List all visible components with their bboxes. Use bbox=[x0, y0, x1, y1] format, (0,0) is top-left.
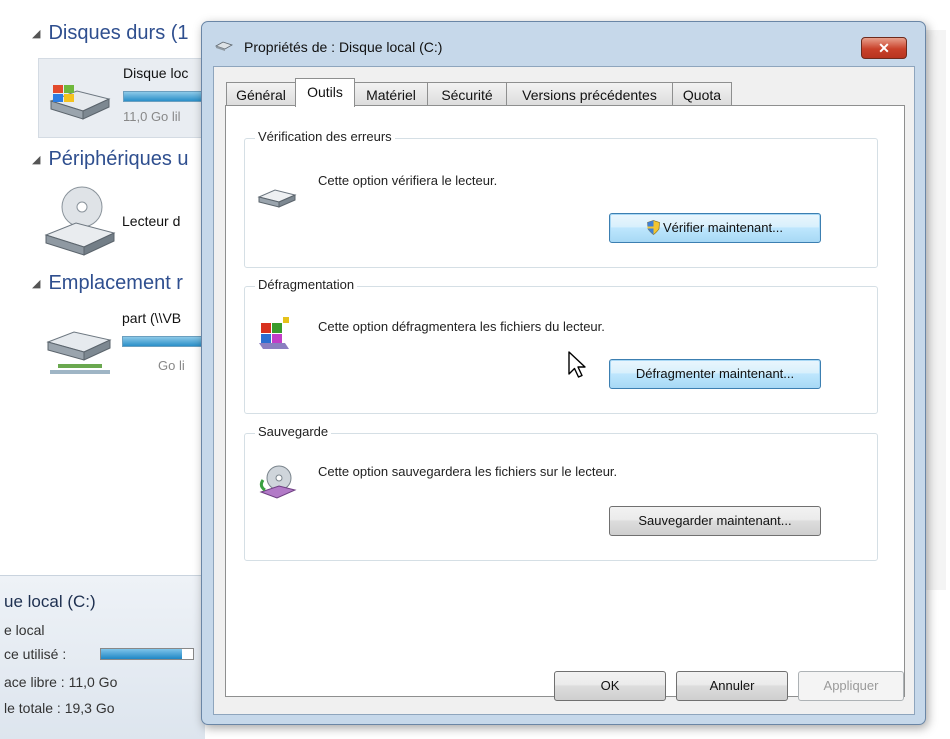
section-label: Emplacement r bbox=[48, 272, 183, 294]
section-hard-drives[interactable]: ◢ Disques durs (1 bbox=[32, 22, 189, 45]
collapse-triangle-icon[interactable]: ◢ bbox=[32, 28, 40, 40]
close-button[interactable]: ✕ bbox=[861, 37, 907, 59]
group-defragmentation: Défragmentation Cette option défragmente… bbox=[244, 277, 878, 414]
drive-usage-bar bbox=[122, 336, 202, 347]
drive-item-local-c[interactable]: Disque loc 11,0 Go lil bbox=[38, 58, 206, 138]
drive-icon bbox=[215, 41, 233, 51]
drive-item-network[interactable]: part (\\VB Go li bbox=[38, 306, 204, 386]
drive-free-text: 11,0 Go lil bbox=[123, 109, 181, 124]
section-network[interactable]: ◢ Emplacement r bbox=[32, 272, 183, 295]
group-error-checking: Vérification des erreurs Cette option vé… bbox=[244, 129, 878, 268]
button-label: Défragmenter maintenant... bbox=[635, 366, 795, 381]
drive-icon bbox=[257, 189, 297, 208]
check-now-button[interactable]: Vérifier maintenant... bbox=[609, 213, 821, 243]
usage-bar-fill bbox=[101, 649, 182, 659]
group-label: Vérification des erreurs bbox=[255, 129, 395, 144]
tab-versions-precedentes[interactable]: Versions précédentes bbox=[506, 82, 673, 106]
drive-item-optical[interactable]: Lecteur d bbox=[38, 183, 204, 263]
button-label: Sauvegarder maintenant... bbox=[638, 513, 792, 528]
details-pane: ue local (C:) e local ce utilisé : ace l… bbox=[0, 575, 205, 739]
details-usage-bar bbox=[100, 648, 194, 660]
backup-icon bbox=[259, 465, 297, 499]
drive-name: Disque loc bbox=[123, 65, 189, 81]
apply-button[interactable]: Appliquer bbox=[798, 671, 904, 701]
cancel-button[interactable]: Annuler bbox=[676, 671, 788, 701]
tab-securite[interactable]: Sécurité bbox=[427, 82, 507, 106]
title-bar[interactable]: Propriétés de : Disque local (C:) ✕ bbox=[202, 22, 925, 66]
close-icon: ✕ bbox=[878, 40, 890, 56]
details-title: ue local (C:) bbox=[4, 592, 96, 611]
group-description: Cette option vérifiera le lecteur. bbox=[318, 173, 498, 188]
collapse-triangle-icon[interactable]: ◢ bbox=[32, 154, 40, 166]
button-label: Vérifier maintenant... bbox=[663, 220, 783, 235]
optical-drive-icon bbox=[44, 186, 116, 256]
ok-button[interactable]: OK bbox=[554, 671, 666, 701]
details-total: le totale : 19,3 Go bbox=[4, 700, 115, 716]
network-drive-icon bbox=[46, 331, 112, 374]
drive-name: part (\\VB bbox=[122, 310, 182, 326]
section-removable[interactable]: ◢ Périphériques u bbox=[32, 148, 189, 171]
properties-dialog: Propriétés de : Disque local (C:) ✕ Géné… bbox=[201, 21, 926, 725]
drive-name: Lecteur d bbox=[122, 213, 181, 229]
details-free: ace libre : 11,0 Go bbox=[4, 674, 118, 690]
defrag-icon bbox=[259, 317, 289, 349]
details-type: e local bbox=[4, 622, 45, 638]
drive-usage-bar bbox=[123, 91, 203, 102]
mouse-cursor-icon bbox=[568, 351, 586, 378]
defragment-now-button[interactable]: Défragmenter maintenant... bbox=[609, 359, 821, 389]
shield-icon bbox=[647, 220, 660, 235]
dialog-client: Général Outils Matériel Sécurité Version… bbox=[213, 66, 915, 715]
details-used-label: ce utilisé : bbox=[4, 646, 67, 662]
scrollbar[interactable] bbox=[926, 30, 946, 590]
group-description: Cette option défragmentera les fichiers … bbox=[318, 319, 605, 334]
drive-icon bbox=[49, 85, 111, 120]
tab-quota[interactable]: Quota bbox=[672, 82, 732, 106]
backup-now-button[interactable]: Sauvegarder maintenant... bbox=[609, 506, 821, 536]
drive-free-text: Go li bbox=[158, 358, 185, 373]
group-description: Cette option sauvegardera les fichiers s… bbox=[318, 464, 618, 479]
group-label: Sauvegarde bbox=[255, 424, 332, 439]
group-backup: Sauvegarde Cette option sauvegardera les… bbox=[244, 424, 878, 561]
collapse-triangle-icon[interactable]: ◢ bbox=[32, 278, 40, 290]
dialog-title: Propriétés de : Disque local (C:) bbox=[244, 39, 443, 55]
section-label: Disques durs (1 bbox=[48, 22, 189, 44]
section-label: Périphériques u bbox=[48, 148, 189, 170]
tab-general[interactable]: Général bbox=[226, 82, 296, 106]
tab-panel-outils: Vérification des erreurs Cette option vé… bbox=[225, 105, 905, 697]
tab-outils[interactable]: Outils bbox=[295, 78, 355, 107]
tab-materiel[interactable]: Matériel bbox=[354, 82, 428, 106]
group-label: Défragmentation bbox=[255, 277, 358, 292]
